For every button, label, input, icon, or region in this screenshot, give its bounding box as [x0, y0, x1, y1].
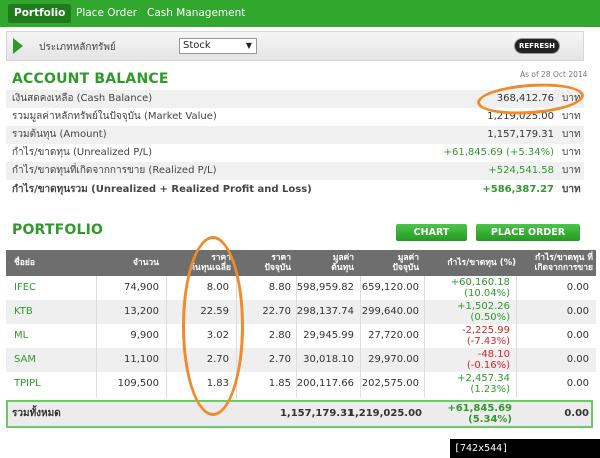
cell-realized-pl: 0.00	[566, 282, 589, 293]
header-cost: มูลค่า ต้นทุน	[331, 253, 354, 273]
table-row[interactable]: SAM 11,100 2.70 2.70 30,018.10 29,970.00…	[6, 348, 596, 372]
header-realized-pl: กำไร/ขาดทุน ที่ เกิดจากการขาย	[534, 253, 593, 273]
balance-label: กำไร/ขาดทุนที่เกิดจากการขาย (Realized P/…	[12, 165, 217, 176]
balance-unit: บาท	[562, 184, 581, 195]
total-cost: 1,157,179.31	[279, 408, 354, 419]
cell-pl: +1,502.26 (0.50%)	[457, 301, 510, 323]
table-row[interactable]: ML 9,900 3.02 2.80 29,945.99 27,720.00 -…	[6, 324, 596, 348]
cell-symbol[interactable]: ML	[14, 324, 28, 348]
cell-symbol[interactable]: TPIPL	[14, 372, 41, 396]
column-divider	[360, 276, 361, 398]
column-divider	[424, 276, 425, 398]
balance-value: +61,845.69 (+5.34%)	[443, 147, 554, 158]
cell-cost: 30,018.10	[303, 354, 354, 365]
header-volume: จำนวน	[132, 258, 159, 268]
top-nav: Portfolio Place Order Cash Management	[0, 0, 600, 27]
header-market-value: มูลค่า ปัจจุบัน	[392, 253, 419, 273]
cell-pl: +60,160.18 (10.04%)	[450, 277, 510, 299]
column-divider	[516, 276, 517, 398]
cell-symbol[interactable]: KTB	[14, 300, 33, 324]
cell-cost: 298,137.74	[296, 306, 354, 317]
balance-value: +524,541.58	[488, 165, 554, 176]
cell-price: 8.80	[268, 282, 291, 293]
balance-unit: บาท	[562, 129, 581, 140]
column-divider	[96, 276, 97, 398]
balance-unit: บาท	[562, 147, 581, 158]
balance-unit: บาท	[562, 111, 581, 122]
balance-row-total-pl: กำไร/ขาดทุนรวม (Unrealized + Realized Pr…	[6, 181, 584, 199]
cell-market-value: 29,970.00	[368, 354, 419, 365]
cell-market-value: 202,575.00	[361, 378, 419, 389]
balance-label: รวมมูลค่าหลักทรัพย์ในปัจจุบัน (Market Va…	[12, 111, 217, 122]
cell-price: 2.70	[268, 354, 291, 365]
chart-button[interactable]: CHART	[396, 224, 467, 241]
cell-realized-pl: 0.00	[566, 378, 589, 389]
cell-pl: +2,457.34 (1.23%)	[457, 373, 510, 395]
balance-row-unrealized-pl: กำไร/ขาดทุน (Unrealized P/L) +61,845.69 …	[6, 144, 584, 162]
cell-cost: 29,945.99	[303, 330, 354, 341]
cell-volume: 11,100	[124, 354, 159, 365]
cell-volume: 109,500	[117, 378, 159, 389]
balance-value: +586,387.27	[482, 184, 554, 195]
table-row[interactable]: KTB 13,200 22.59 22.70 298,137.74 299,64…	[6, 300, 596, 324]
table-row[interactable]: IFEC 74,900 8.00 8.80 598,959.82 659,120…	[6, 276, 596, 300]
cell-pl: -48.10 (-0.16%)	[466, 349, 510, 371]
column-divider	[166, 276, 167, 398]
cell-price: 22.70	[262, 306, 291, 317]
header-symbol: ชื่อย่อ	[14, 258, 35, 268]
tab-portfolio[interactable]: Portfolio	[8, 4, 72, 23]
cell-volume: 74,900	[124, 282, 159, 293]
as-of-date: As of 28 Oct 2014	[520, 70, 588, 79]
total-label: รวมทั้งหมด	[12, 408, 61, 419]
balance-label: เงินสดคงเหลือ (Cash Balance)	[12, 93, 153, 104]
portfolio-title: PORTFOLIO	[12, 222, 104, 238]
cell-cost: 598,959.82	[296, 282, 354, 293]
header-pl: กำไร/ขาดทุน (%)	[447, 258, 516, 268]
security-type-select[interactable]: Stock ▼	[179, 38, 257, 54]
security-type-label: ประเภทหลักทรัพย์	[39, 42, 116, 53]
annotation-oval-avg-cost	[182, 236, 244, 416]
balance-label: กำไร/ขาดทุนรวม (Unrealized + Realized Pr…	[12, 184, 312, 195]
balance-row-realized-pl: กำไร/ขาดทุนที่เกิดจากการขาย (Realized P/…	[6, 162, 584, 180]
cell-price: 1.85	[268, 378, 291, 389]
cell-cost: 200,117.66	[296, 378, 354, 389]
cell-realized-pl: 0.00	[566, 354, 589, 365]
account-balance-title: ACCOUNT BALANCE	[12, 71, 169, 87]
total-pl: +61,845.69 (5.34%)	[447, 403, 512, 425]
cell-market-value: 659,120.00	[361, 282, 419, 293]
security-type-filter: ประเภทหลักทรัพย์ Stock ▼	[6, 31, 584, 61]
cell-realized-pl: 0.00	[566, 330, 589, 341]
cell-symbol[interactable]: IFEC	[14, 276, 36, 300]
tab-cash-management[interactable]: Cash Management	[141, 4, 251, 23]
table-header: ชื่อย่อ จำนวน ราคา ต้นทุนเฉลี่ย ราคา ปัจจุ…	[6, 250, 596, 276]
refresh-button[interactable]: REFRESH	[515, 39, 559, 53]
cell-volume: 13,200	[124, 306, 159, 317]
column-divider	[296, 276, 297, 398]
header-price: ราคา ปัจจุบัน	[264, 253, 291, 273]
cell-market-value: 27,720.00	[368, 330, 419, 341]
caret-down-icon: ▼	[245, 41, 252, 50]
table-total-row: รวมทั้งหมด 1,157,179.31 1,219,025.00 +61…	[6, 400, 593, 428]
balance-row-amount: รวมต้นทุน (Amount) 1,157,179.31 บาท	[6, 126, 584, 144]
cell-realized-pl: 0.00	[566, 306, 589, 317]
arrow-right-icon	[13, 38, 23, 54]
total-realized-pl: 0.00	[564, 408, 589, 419]
cell-price: 2.80	[268, 330, 291, 341]
total-market-value: 1,219,025.00	[348, 408, 423, 419]
cell-market-value: 299,640.00	[361, 306, 419, 317]
balance-value: 1,157,179.31	[487, 129, 554, 140]
watermark: [742x544] http://upic.me/	[450, 439, 600, 458]
security-type-value: Stock	[183, 40, 211, 51]
cell-symbol[interactable]: SAM	[14, 348, 36, 372]
balance-unit: บาท	[562, 165, 581, 176]
balance-label: รวมต้นทุน (Amount)	[12, 129, 107, 140]
cell-pl: -2,225.99 (-7.43%)	[461, 325, 510, 347]
cell-volume: 9,900	[130, 330, 159, 341]
table-row[interactable]: TPIPL 109,500 1.83 1.85 200,117.66 202,5…	[6, 372, 596, 396]
balance-label: กำไร/ขาดทุน (Unrealized P/L)	[12, 147, 153, 158]
tab-place-order[interactable]: Place Order	[70, 4, 143, 23]
place-order-button[interactable]: PLACE ORDER	[476, 224, 580, 241]
